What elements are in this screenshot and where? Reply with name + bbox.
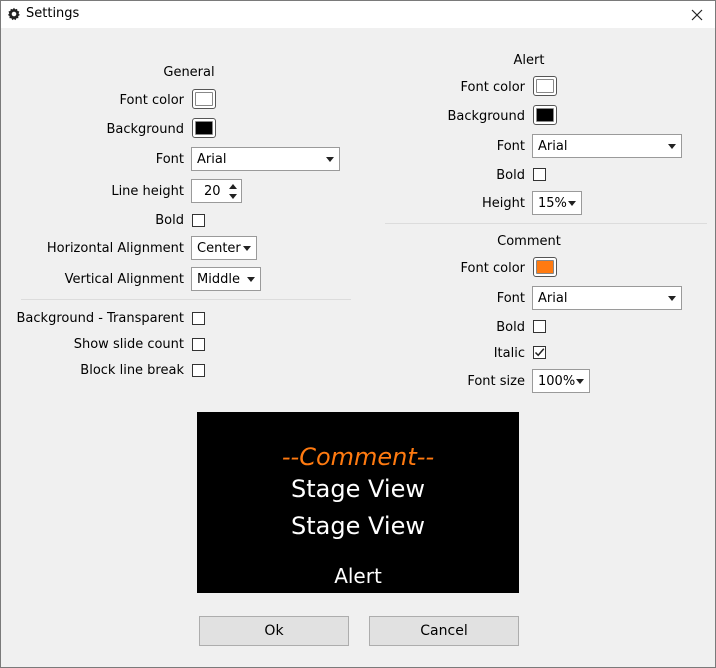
cancel-button[interactable]: Cancel xyxy=(369,616,519,646)
general-line-height-label: Line height xyxy=(111,184,184,199)
chevron-down-icon xyxy=(668,144,676,149)
chevron-down-icon xyxy=(326,157,334,162)
comment-font-size-select[interactable]: 100% xyxy=(532,369,590,393)
comment-bold-label: Bold xyxy=(496,320,525,335)
alert-height-value: 15% xyxy=(538,196,567,211)
comment-font-color-fill xyxy=(536,260,554,274)
close-icon xyxy=(691,9,703,20)
title-bar: Settings xyxy=(1,1,715,28)
preview-stage-line-1: Stage View xyxy=(291,475,425,503)
general-background-label: Background xyxy=(106,122,184,137)
comment-italic-checkbox[interactable] xyxy=(533,346,546,359)
alert-font-label: Font xyxy=(496,139,525,154)
show-slide-count-checkbox[interactable] xyxy=(192,338,205,351)
chevron-down-icon xyxy=(568,201,576,206)
settings-content: General Font color Background Font Arial… xyxy=(1,28,715,667)
comment-heading: Comment xyxy=(497,234,561,249)
bg-transparent-checkbox[interactable] xyxy=(192,312,205,325)
alert-height-label: Height xyxy=(482,196,525,211)
spinner-down-icon[interactable] xyxy=(229,194,237,199)
h-align-label: Horizontal Alignment xyxy=(46,241,184,256)
general-background-swatch[interactable] xyxy=(192,118,216,138)
stage-preview: --Comment-- Stage View Stage View Alert xyxy=(197,412,519,593)
block-line-break-label: Block line break xyxy=(80,363,184,378)
comment-font-label: Font xyxy=(496,291,525,306)
chevron-down-icon xyxy=(243,246,251,251)
general-font-color-fill xyxy=(195,92,213,106)
preview-stage-line-2: Stage View xyxy=(291,512,425,540)
general-font-label: Font xyxy=(155,152,184,167)
alert-background-label: Background xyxy=(447,109,525,124)
window-title: Settings xyxy=(26,6,80,21)
comment-bold-checkbox[interactable] xyxy=(533,320,546,333)
alert-divider xyxy=(385,223,707,224)
general-bold-label: Bold xyxy=(155,213,184,228)
chevron-down-icon xyxy=(576,379,584,384)
comment-font-size-value: 100% xyxy=(538,374,576,389)
alert-font-value: Arial xyxy=(538,139,568,154)
bg-transparent-label: Background - Transparent xyxy=(16,311,184,326)
preview-alert-text: Alert xyxy=(334,564,382,588)
general-font-color-swatch[interactable] xyxy=(192,89,216,109)
alert-bold-label: Bold xyxy=(496,168,525,183)
block-line-break-checkbox[interactable] xyxy=(192,364,205,377)
general-bold-checkbox[interactable] xyxy=(192,214,205,227)
spinner-up-icon[interactable] xyxy=(229,184,237,189)
alert-background-fill xyxy=(536,108,554,122)
alert-font-color-label: Font color xyxy=(460,80,525,95)
alert-bold-checkbox[interactable] xyxy=(533,168,546,181)
alert-heading: Alert xyxy=(513,53,545,68)
chevron-down-icon xyxy=(247,277,255,282)
v-align-value: Middle xyxy=(197,272,240,287)
v-align-label: Vertical Alignment xyxy=(64,272,184,287)
chevron-down-icon xyxy=(668,296,676,301)
alert-font-color-fill xyxy=(536,79,554,93)
v-align-select[interactable]: Middle xyxy=(191,267,261,291)
alert-height-select[interactable]: 15% xyxy=(532,191,582,215)
comment-font-value: Arial xyxy=(538,291,568,306)
settings-window: Settings General Font color Background F… xyxy=(0,0,716,668)
comment-font-select[interactable]: Arial xyxy=(532,286,682,310)
alert-background-swatch[interactable] xyxy=(533,105,557,125)
preview-comment-text: --Comment-- xyxy=(281,443,435,471)
gear-icon xyxy=(7,7,20,21)
checkmark-icon xyxy=(534,348,545,357)
comment-font-color-swatch[interactable] xyxy=(533,257,557,277)
comment-font-size-label: Font size xyxy=(467,374,525,389)
general-background-fill xyxy=(195,121,213,135)
general-font-select[interactable]: Arial xyxy=(191,147,340,171)
comment-font-color-label: Font color xyxy=(460,261,525,276)
alert-font-select[interactable]: Arial xyxy=(532,134,682,158)
h-align-select[interactable]: Center xyxy=(191,236,257,260)
ok-button[interactable]: Ok xyxy=(199,616,349,646)
alert-font-color-swatch[interactable] xyxy=(533,76,557,96)
general-font-color-label: Font color xyxy=(119,93,184,108)
show-slide-count-label: Show slide count xyxy=(73,337,184,352)
h-align-value: Center xyxy=(197,241,241,256)
comment-italic-label: Italic xyxy=(493,346,525,361)
general-divider xyxy=(21,299,351,300)
line-height-spinner[interactable]: 20 xyxy=(191,179,242,203)
close-button[interactable] xyxy=(679,1,715,28)
general-heading: General xyxy=(163,65,215,80)
line-height-value: 20 xyxy=(204,184,221,199)
general-font-value: Arial xyxy=(197,152,227,167)
